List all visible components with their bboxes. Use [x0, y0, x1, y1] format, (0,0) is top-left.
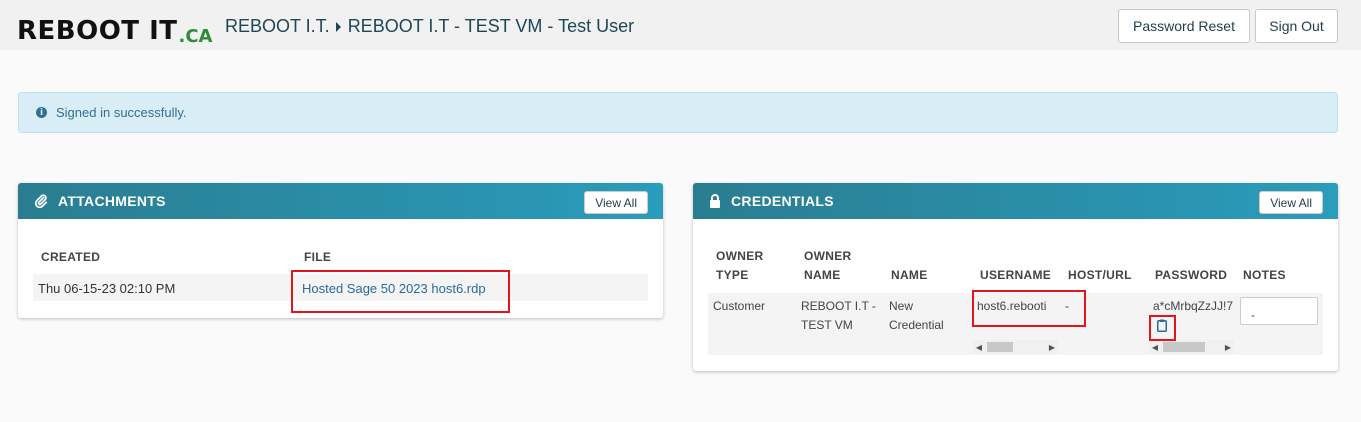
owner-name-line1: OWNER: [804, 249, 852, 263]
owner-type-line2: TYPE: [716, 268, 749, 282]
credential-name-cell: New Credential: [889, 297, 944, 335]
column-header-created[interactable]: CREATED: [41, 250, 100, 264]
column-header-username[interactable]: USERNAME: [980, 266, 1051, 285]
scroll-right-arrow-icon[interactable]: ▶: [1222, 343, 1234, 352]
scroll-left-arrow-icon[interactable]: ◀: [973, 343, 985, 352]
highlight-box-file: [291, 270, 510, 313]
owner-type-line1: OWNER: [716, 249, 764, 263]
breadcrumb-item-user: REBOOT I.T - TEST VM - Test User: [347, 16, 635, 36]
info-circle-icon: i: [36, 107, 47, 118]
column-header-password[interactable]: PASSWORD: [1155, 266, 1227, 285]
column-header-owner-type[interactable]: OWNER TYPE: [716, 247, 764, 285]
logo-text: REBOOT IT: [17, 16, 178, 46]
attachments-view-all-button[interactable]: View All: [584, 191, 648, 214]
highlight-box-username: [972, 290, 1086, 327]
password-reset-button[interactable]: Password Reset: [1118, 9, 1250, 43]
breadcrumb-arrow-icon: [335, 21, 341, 32]
top-header: REBOOT IT .CA REBOOT I.T. REBOOT I.T - T…: [0, 0, 1361, 50]
scrollbar-thumb[interactable]: [987, 342, 1013, 352]
column-header-notes[interactable]: NOTES: [1243, 266, 1286, 285]
owner-type-cell: Customer: [713, 299, 766, 313]
owner-name-cell: REBOOT I.T - TEST VM: [801, 297, 876, 335]
breadcrumb-item-company[interactable]: REBOOT I.T.: [225, 16, 330, 37]
credential-name-line2: Credential: [889, 318, 944, 332]
scrollbar-thumb[interactable]: [1163, 342, 1205, 352]
logo-suffix: .CA: [178, 26, 213, 47]
alert-message: Signed in successfully.: [56, 105, 187, 120]
owner-name-value-line2: TEST VM: [801, 318, 853, 332]
username-scrollbar[interactable]: ◀ ▶: [973, 340, 1058, 354]
attachments-panel: ATTACHMENTS View All CREATED FILE Thu 06…: [18, 183, 663, 318]
credentials-title: CREDENTIALS: [731, 193, 834, 209]
scroll-left-arrow-icon[interactable]: ◀: [1149, 343, 1161, 352]
password-cell[interactable]: a*cMrbqZzJJ!7: [1153, 297, 1237, 316]
created-cell: Thu 06-15-23 02:10 PM: [38, 281, 176, 296]
highlight-box-copy: [1149, 315, 1176, 341]
column-header-name[interactable]: NAME: [891, 266, 928, 285]
notes-cell[interactable]: -: [1240, 297, 1318, 325]
credentials-header: CREDENTIALS View All: [693, 183, 1338, 219]
column-header-owner-name[interactable]: OWNER NAME: [804, 247, 852, 285]
lock-icon: [710, 194, 720, 208]
logo[interactable]: REBOOT IT .CA: [17, 14, 213, 47]
credential-name-line1: New: [889, 299, 914, 313]
password-scrollbar[interactable]: ◀ ▶: [1149, 340, 1234, 354]
attachments-header: ATTACHMENTS View All: [18, 183, 663, 219]
credentials-view-all-button[interactable]: View All: [1259, 191, 1323, 214]
owner-name-line2: NAME: [804, 268, 841, 282]
scroll-right-arrow-icon[interactable]: ▶: [1046, 343, 1058, 352]
attachments-title: ATTACHMENTS: [58, 193, 166, 209]
sign-out-button[interactable]: Sign Out: [1255, 9, 1338, 43]
column-header-host-url[interactable]: HOST/URL: [1068, 266, 1132, 285]
owner-name-value-line1: REBOOT I.T -: [801, 299, 876, 313]
breadcrumb: REBOOT I.T. REBOOT I.T - TEST VM - Test …: [225, 16, 634, 37]
credentials-panel: CREDENTIALS View All OWNER TYPE OWNER NA…: [693, 183, 1338, 371]
success-alert: i Signed in successfully.: [18, 92, 1338, 133]
column-header-file[interactable]: FILE: [304, 250, 331, 264]
paperclip-icon: [34, 194, 48, 208]
